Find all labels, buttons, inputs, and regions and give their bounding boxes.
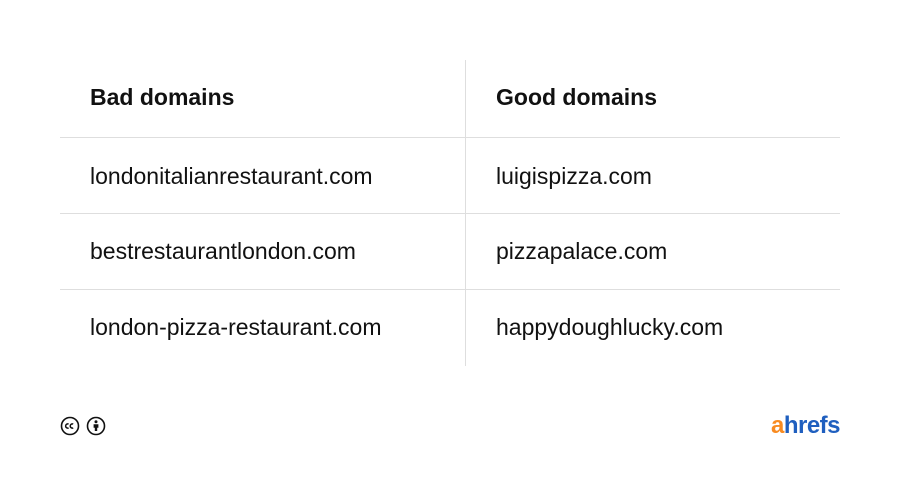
license-icons (60, 416, 106, 436)
bad-domain-cell: londonitalianrestaurant.com (90, 163, 373, 189)
header-bad-domains: Bad domains (90, 84, 235, 110)
logo-accent-letter: a (770, 412, 784, 439)
domains-table: Bad domains Good domains londonitalianre… (60, 60, 840, 366)
bad-domain-cell: london-pizza-restaurant.com (90, 314, 382, 340)
row-divider (60, 289, 840, 290)
logo-rest-letters: hrefs (783, 412, 841, 439)
header-good-domains: Good domains (496, 84, 657, 110)
good-domain-cell: luigispizza.com (496, 163, 652, 189)
bad-domain-cell: bestrestaurantlondon.com (90, 238, 356, 264)
good-domain-cell: happydoughlucky.com (496, 314, 724, 340)
row-divider (60, 137, 840, 138)
ahrefs-logo: ahrefs (770, 412, 841, 440)
creative-commons-icon (60, 416, 80, 436)
attribution-icon (86, 416, 106, 436)
row-divider (60, 213, 840, 214)
good-domain-cell: pizzapalace.com (496, 238, 668, 264)
